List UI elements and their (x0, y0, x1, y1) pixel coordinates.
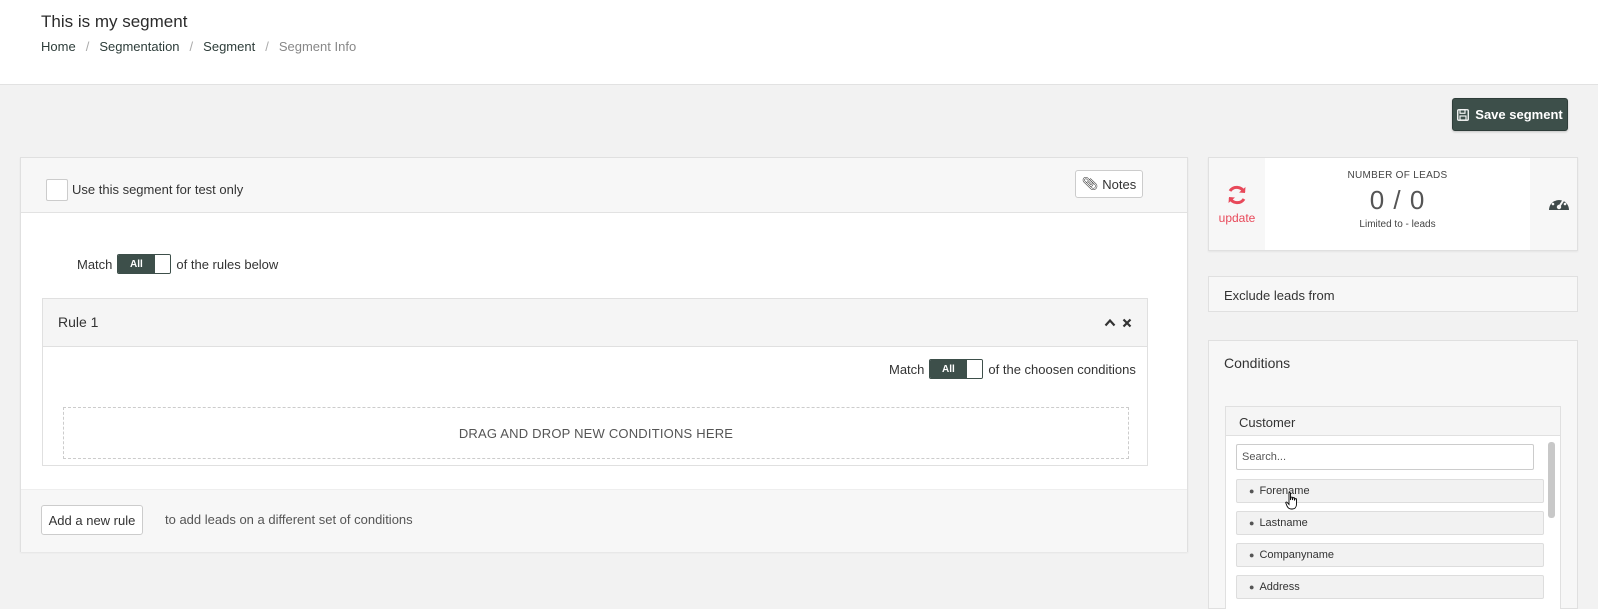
conditions-search-input[interactable] (1236, 444, 1534, 470)
breadcrumb-segment-info: Segment Info (278, 39, 357, 54)
tag-icon: ● (1249, 582, 1255, 592)
conditions-panel: Conditions Customer ● Forename ● Lastnam… (1208, 340, 1578, 609)
condition-field-label: Companyname (1259, 549, 1335, 561)
condition-field-label: Forename (1259, 485, 1310, 497)
conditions-title: Conditions (1224, 355, 1291, 371)
leads-limit: Limited to - leads (1359, 219, 1436, 230)
condition-field-label: Lastname (1259, 517, 1308, 529)
rule-footer: Add a new rule to add leads on a differe… (21, 489, 1187, 552)
match-toggle-value: All (118, 255, 155, 273)
close-icon[interactable] (1122, 318, 1132, 328)
rule-toggle-knob (966, 360, 983, 378)
leads-summary: NUMBER OF LEADS 0 / 0 Limited to - leads (1265, 158, 1530, 250)
conditions-scrollbar[interactable] (1548, 442, 1555, 609)
notes-button[interactable]: 📎︎ Notes (1075, 170, 1143, 198)
tag-icon: ● (1249, 486, 1255, 496)
leads-count: 0 / 0 (1369, 185, 1426, 215)
floppy-disk-icon (1457, 108, 1470, 121)
match-toggle-knob (154, 255, 171, 273)
chevron-up-icon[interactable] (1104, 318, 1116, 327)
breadcrumb-separator: / (85, 39, 90, 54)
save-segment-button[interactable]: Save segment (1452, 98, 1568, 131)
exclude-leads-panel[interactable]: Exclude leads from (1208, 276, 1578, 312)
breadcrumb-segment[interactable]: Segment (203, 39, 255, 54)
customer-group-header[interactable]: Customer (1226, 407, 1560, 436)
breadcrumb: Home / Segmentation / Segment / Segment … (41, 39, 356, 54)
update-button[interactable]: update (1209, 158, 1265, 250)
condition-field-address[interactable]: ● Address (1236, 575, 1544, 599)
condition-field-companyname[interactable]: ● Companyname (1236, 543, 1544, 567)
match-prefix: Match (77, 256, 113, 272)
update-label: update (1218, 211, 1256, 225)
condition-field-forename[interactable]: ● Forename (1236, 479, 1544, 503)
match-suffix: of the rules below (176, 256, 279, 272)
segment-match-toggle[interactable]: All (117, 254, 172, 274)
notes-label: Notes (1102, 176, 1137, 192)
breadcrumb-separator: / (189, 39, 194, 54)
page-title: This is my segment (41, 12, 188, 31)
add-rule-button[interactable]: Add a new rule (41, 505, 143, 535)
rule-toggle-value: All (930, 360, 967, 378)
exclude-leads-label: Exclude leads from (1224, 288, 1335, 303)
add-rule-hint: to add leads on a different set of condi… (165, 512, 413, 527)
condition-drop-zone[interactable]: DRAG AND DROP NEW CONDITIONS HERE (63, 407, 1129, 459)
rule-match-row: Match All of the choosen conditions (889, 359, 1136, 379)
condition-field-lastname[interactable]: ● Lastname (1236, 511, 1544, 535)
tag-icon: ● (1249, 518, 1255, 528)
segment-match-row: Match All of the rules below (77, 254, 278, 274)
test-only-checkbox[interactable] (46, 179, 68, 201)
segment-options-bar: Use this segment for test only 📎︎ Notes (21, 158, 1187, 213)
test-only-label: Use this segment for test only (72, 182, 244, 197)
leads-title: NUMBER OF LEADS (1347, 170, 1448, 181)
rule-match-toggle[interactable]: All (929, 359, 984, 379)
page-header: This is my segment Home / Segmentation /… (0, 0, 1598, 85)
customer-group-title: Customer (1239, 415, 1296, 430)
dashboard-gauge-icon[interactable] (1547, 192, 1571, 212)
paperclip-icon: 📎︎ (1081, 176, 1099, 191)
refresh-icon (1228, 185, 1246, 205)
rule-match-suffix: of the choosen conditions (988, 361, 1136, 377)
breadcrumb-home[interactable]: Home (41, 39, 76, 54)
breadcrumb-segmentation[interactable]: Segmentation (99, 39, 179, 54)
tag-icon: ● (1249, 550, 1255, 560)
customer-conditions-group: Customer ● Forename ● Lastname ● Company… (1225, 406, 1561, 609)
rule-card: Rule 1 Match All of the choosen conditio… (42, 298, 1148, 466)
breadcrumb-separator: / (265, 39, 269, 54)
rule-title: Rule 1 (58, 314, 99, 330)
condition-field-label: Address (1259, 581, 1300, 593)
leads-count-card: update NUMBER OF LEADS 0 / 0 Limited to … (1208, 157, 1578, 251)
conditions-scrollbar-thumb[interactable] (1548, 442, 1555, 518)
save-segment-label: Save segment (1475, 107, 1563, 122)
rule-match-prefix: Match (889, 361, 925, 377)
rule-header: Rule 1 (43, 299, 1147, 347)
segment-builder-panel: Use this segment for test only 📎︎ Notes … (20, 157, 1188, 552)
